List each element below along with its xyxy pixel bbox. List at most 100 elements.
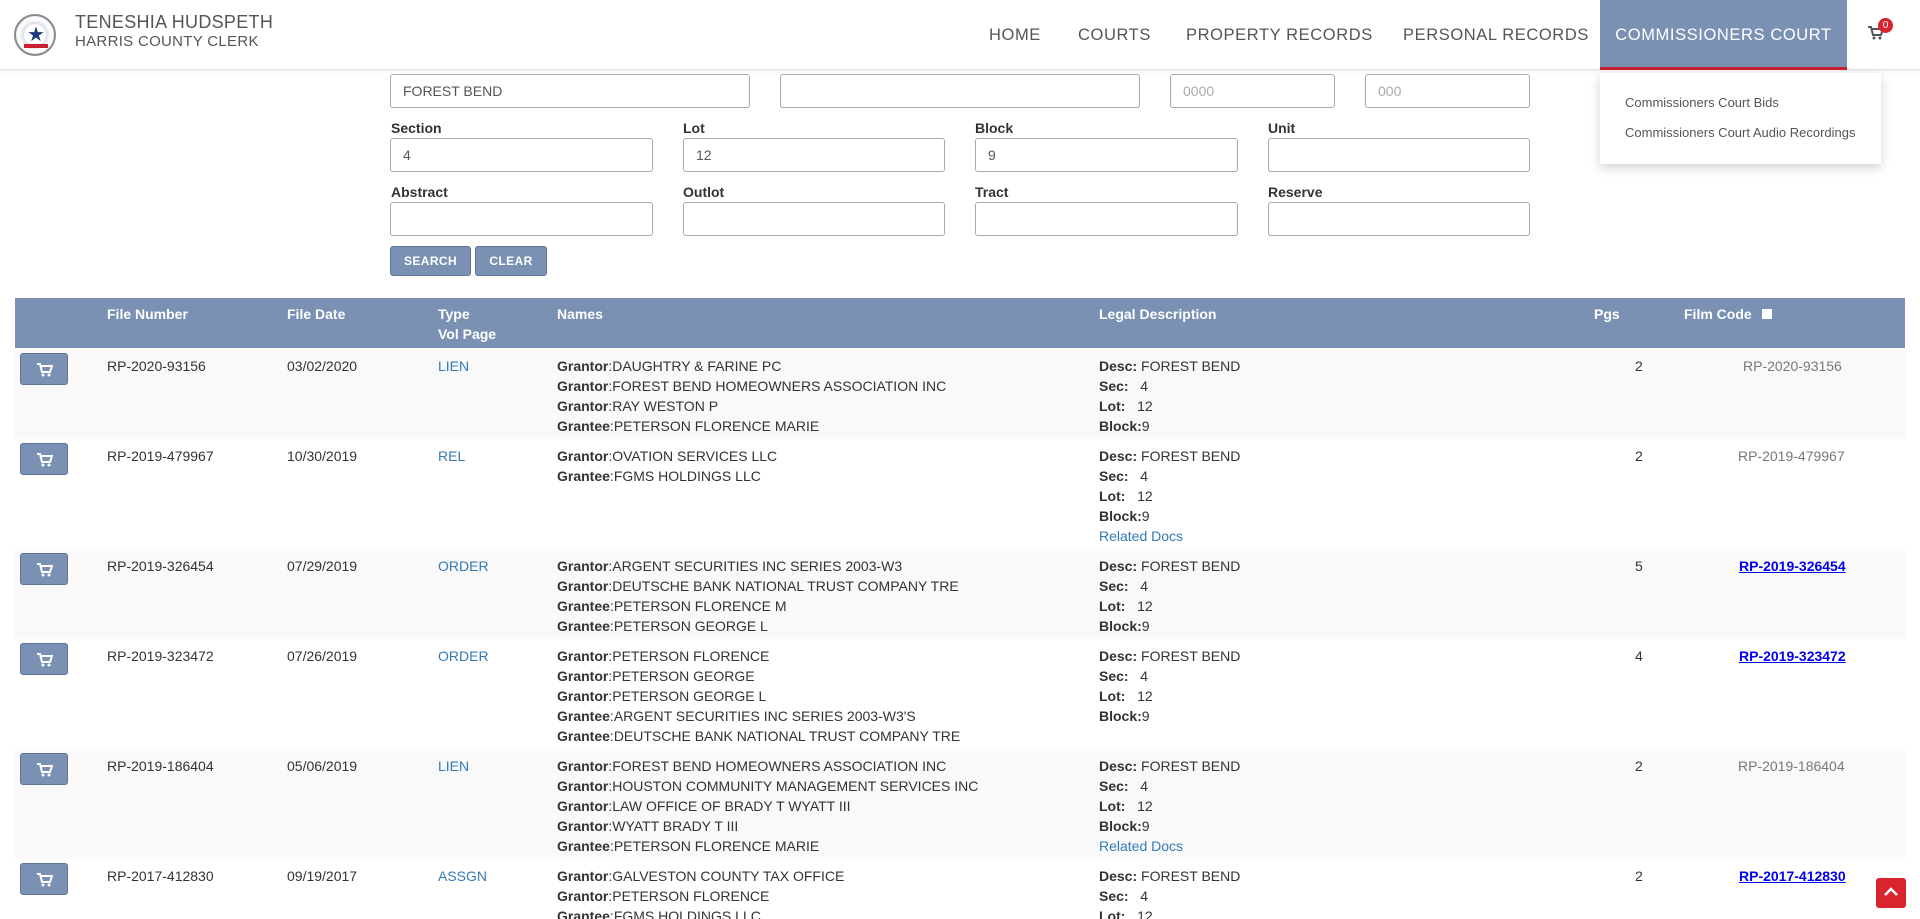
film-code[interactable]: RP-2019-323472 [1739, 646, 1846, 666]
nav-commissioners-court-label[interactable]: COMMISSIONERS COURT [1600, 0, 1847, 70]
col-pgs[interactable]: Pgs [1594, 306, 1620, 322]
legal-lot-value: 12 [1137, 398, 1153, 414]
subdivision-input[interactable] [390, 74, 750, 108]
type-link[interactable]: LIEN [438, 756, 469, 776]
col-legal-description[interactable]: Legal Description [1099, 306, 1216, 322]
names-cell: Grantor:PETERSON FLORENCE Grantor:PETERSO… [557, 646, 960, 746]
related-docs-link[interactable]: Related Docs [1099, 836, 1240, 856]
legal-sec-label: Sec: [1099, 888, 1129, 904]
legal-lot: Lot: 12 [1099, 396, 1240, 416]
nav-personal-records[interactable]: PERSONAL RECORDS [1403, 0, 1589, 70]
name-entry: Grantor:LAW OFFICE OF BRADY T WYATT III [557, 798, 851, 814]
legal-block: Block:9 [1099, 416, 1240, 436]
tract-input[interactable] [975, 202, 1238, 236]
party-name: PETERSON GEORGE [612, 668, 755, 684]
page-count: 5 [1635, 558, 1643, 574]
type-link[interactable]: LIEN [438, 356, 469, 376]
col-names[interactable]: Names [557, 306, 603, 322]
reserve-input[interactable] [1268, 202, 1530, 236]
cart-link[interactable]: 0 [1868, 18, 1893, 44]
film-code-checkbox[interactable] [1762, 309, 1772, 319]
add-to-cart-button[interactable] [20, 643, 68, 675]
name-entry: Grantor:PETERSON GEORGE L [557, 688, 767, 704]
add-to-cart-button[interactable] [20, 443, 68, 475]
type-link[interactable]: ORDER [438, 556, 489, 576]
type-link[interactable]: ASSGN [438, 866, 487, 886]
section-input[interactable] [390, 138, 653, 172]
nav-property-records[interactable]: PROPERTY RECORDS [1186, 0, 1373, 70]
unit-input[interactable] [1268, 138, 1530, 172]
name-entry: Grantor:GALVESTON COUNTY TAX OFFICE [557, 868, 845, 884]
file-number: RP-2019-479967 [107, 448, 214, 464]
add-to-cart-button[interactable] [20, 353, 68, 385]
scroll-to-top-button[interactable] [1876, 878, 1906, 908]
clear-button[interactable]: CLEAR [475, 246, 547, 276]
party-name: RAY WESTON P [612, 398, 719, 414]
search-button[interactable]: SEARCH [390, 246, 471, 276]
legal-block-label: Block: [1099, 618, 1142, 634]
add-to-cart-button[interactable] [20, 553, 68, 585]
county-seal-logo[interactable]: ★ [14, 14, 56, 56]
clerk-name[interactable]: TENESHIA HUDSPETH [75, 12, 273, 33]
legal-lot-label: Lot: [1099, 798, 1126, 814]
year-input[interactable] [1170, 74, 1335, 108]
legal-desc: Desc: FOREST BEND [1099, 556, 1240, 576]
cart-icon [37, 563, 53, 577]
party-role: Grantee [557, 708, 610, 724]
legal-sec: Sec: 4 [1099, 776, 1240, 796]
related-docs-link[interactable]: Related Docs [1099, 526, 1240, 546]
legal-desc-value: FOREST BEND [1141, 448, 1241, 464]
table-row: RP-2019-323472 07/26/2019 ORDER Grantor:PET… [15, 639, 1905, 749]
col-vol-page[interactable]: Vol Page [438, 326, 496, 342]
col-type[interactable]: Type [438, 306, 470, 322]
dropdown-item-audio[interactable]: Commissioners Court Audio Recordings [1625, 125, 1855, 140]
party-role: Grantor [557, 448, 609, 464]
party-role: Grantor [557, 398, 609, 414]
abstract-input[interactable] [390, 202, 653, 236]
film-code[interactable]: RP-2017-412830 [1739, 866, 1846, 886]
legal-desc-label: Desc: [1099, 648, 1138, 664]
party-name: OVATION SERVICES LLC [612, 448, 778, 464]
party-name: LAW OFFICE OF BRADY T WYATT III [612, 798, 851, 814]
block-input[interactable] [975, 138, 1238, 172]
legal-desc-label: Desc: [1099, 358, 1138, 374]
name-entry: Grantee:DEUTSCHE BANK NATIONAL TRUST COM… [557, 728, 961, 744]
page-count: 4 [1635, 648, 1643, 664]
cart-icon [37, 653, 53, 667]
number-input[interactable] [1365, 74, 1530, 108]
name-entry: Grantor:FOREST BEND HOMEOWNERS ASSOCIATI… [557, 758, 947, 774]
col-file-date[interactable]: File Date [287, 306, 345, 322]
add-to-cart-button[interactable] [20, 753, 68, 785]
legal-sec: Sec: 4 [1099, 886, 1240, 906]
outlot-input[interactable] [683, 202, 945, 236]
legal-sec: Sec: 4 [1099, 376, 1240, 396]
nav-courts[interactable]: COURTS [1078, 0, 1151, 70]
name-entry: Grantee:FGMS HOLDINGS LLC [557, 468, 761, 484]
name-entry: Grantee:PETERSON FLORENCE MARIE [557, 838, 820, 854]
party-role: Grantor [557, 578, 609, 594]
legal-desc-value: FOREST BEND [1141, 558, 1241, 574]
dropdown-item-bids[interactable]: Commissioners Court Bids [1625, 95, 1779, 110]
type-input[interactable] [780, 74, 1140, 108]
legal-desc-label: Desc: [1099, 758, 1138, 774]
legal-block: Block:9 [1099, 706, 1240, 726]
legal-desc: Desc: FOREST BEND [1099, 866, 1240, 886]
col-file-number[interactable]: File Number [107, 306, 188, 322]
nav-home[interactable]: HOME [989, 0, 1041, 70]
film-code[interactable]: RP-2019-326454 [1739, 556, 1846, 576]
clerk-title[interactable]: HARRIS COUNTY CLERK [75, 33, 259, 50]
chevron-up-icon [1884, 887, 1898, 896]
legal-description-cell: Desc: FOREST BEND Sec: 4 Lot: 12 Block:9 Rel… [1099, 446, 1240, 546]
legal-block-label: Block: [1099, 818, 1142, 834]
legal-sec-value: 4 [1140, 378, 1149, 394]
name-entry: Grantor:OVATION SERVICES LLC [557, 448, 778, 464]
legal-lot-label: Lot: [1099, 398, 1126, 414]
col-film-code[interactable]: Film Code [1684, 306, 1752, 322]
lot-input[interactable] [683, 138, 945, 172]
lot-label: Lot [683, 120, 705, 136]
star-icon: ★ [27, 24, 45, 46]
type-link[interactable]: REL [438, 446, 465, 466]
type-link[interactable]: ORDER [438, 646, 489, 666]
add-to-cart-button[interactable] [20, 863, 68, 895]
party-name: PETERSON FLORENCE [612, 648, 770, 664]
